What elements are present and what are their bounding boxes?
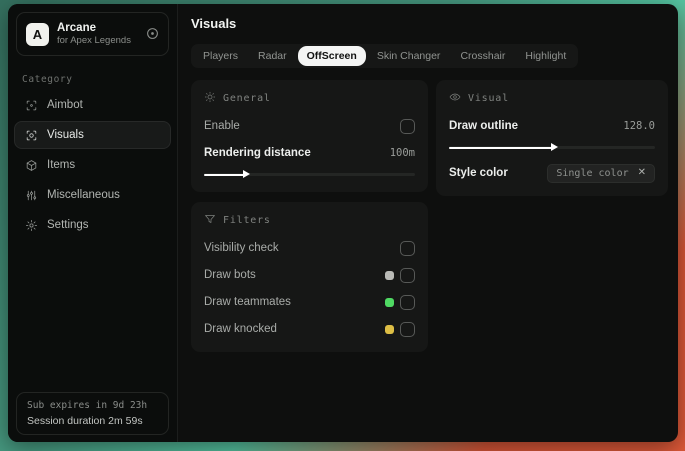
draw-teammates-checkbox[interactable] [400,294,415,310]
general-panel-header: General [204,91,415,106]
style-color-label: Style color [449,167,508,179]
draw-teammates-label: Draw teammates [204,296,291,308]
sidebar-item-aimbot[interactable]: Aimbot [14,91,171,119]
draw-knocked-color-swatch[interactable] [385,324,394,334]
draw-outline-label: Draw outline [449,120,519,132]
draw-bots-checkbox[interactable] [400,267,415,283]
clear-icon[interactable]: ✕ [638,168,646,178]
subscription-info: Sub expires in 9d 23h Session duration 2… [16,392,169,435]
enable-label: Enable [204,120,240,132]
app-window: A Arcane for Apex Legends Category Aimbo… [8,4,678,442]
sidebar-nav: Aimbot Visuals Items Miscellaneous Setti… [8,91,177,239]
filters-panel-header: Filters [204,213,415,228]
main-content: Visuals Players Radar OffScreen Skin Cha… [178,4,678,442]
visibility-check-checkbox[interactable] [400,240,415,256]
slider-thumb[interactable] [243,170,251,178]
filter-row: Draw knocked [204,319,415,339]
filter-row: Visibility check [204,238,415,258]
draw-outline-value: 128.0 [623,120,655,132]
draw-outline-slider[interactable] [449,142,655,152]
tab-players[interactable]: Players [194,46,247,66]
crosshair-icon [24,98,38,112]
filter-row: Draw bots [204,265,415,285]
filters-panel-title: Filters [223,215,271,226]
cube-icon [24,158,38,172]
rendering-distance-value: 100m [389,147,415,159]
funnel-icon [204,213,216,228]
slider-thumb[interactable] [551,143,558,151]
eye-icon [449,91,461,106]
draw-knocked-label: Draw knocked [204,323,277,335]
slider-fill [204,173,245,176]
draw-knocked-checkbox[interactable] [400,321,415,337]
sidebar-item-label: Items [47,159,76,172]
filters-panel: Filters Visibility check Draw bots Draw … [191,202,428,352]
page-title: Visuals [191,16,237,31]
eye-scan-icon [24,128,38,142]
tab-radar[interactable]: Radar [249,46,296,66]
general-panel-title: General [223,93,271,104]
slider-fill [449,146,552,149]
general-panel: General Enable Rendering distance 100m [191,80,428,192]
sliders-icon [24,188,38,202]
sidebar: A Arcane for Apex Legends Category Aimbo… [8,4,178,442]
visual-panel-title: Visual [468,93,509,104]
enable-checkbox[interactable] [400,118,415,134]
visual-panel-header: Visual [449,91,655,106]
draw-bots-color-swatch[interactable] [385,270,394,280]
style-color-select[interactable]: Single color ✕ [547,163,655,183]
app-name: Arcane [57,22,96,34]
draw-teammates-color-swatch[interactable] [385,297,394,307]
tab-crosshair[interactable]: Crosshair [451,46,514,66]
category-label: Category [22,74,73,86]
rendering-distance-slider[interactable] [204,169,415,179]
draw-bots-label: Draw bots [204,269,256,281]
sidebar-item-label: Visuals [47,129,84,142]
sidebar-header: A Arcane for Apex Legends [16,12,169,57]
sidebar-item-settings[interactable]: Settings [14,211,171,239]
gear-icon [24,218,38,232]
visibility-check-label: Visibility check [204,242,279,254]
tab-offscreen[interactable]: OffScreen [297,46,366,66]
sidebar-item-visuals[interactable]: Visuals [14,121,171,150]
rendering-distance-label: Rendering distance [204,147,311,159]
discord-icon[interactable] [146,27,159,42]
sidebar-item-label: Settings [47,219,89,232]
sidebar-item-items[interactable]: Items [14,151,171,179]
tab-bar: Players Radar OffScreen Skin Changer Cro… [191,44,579,68]
app-logo: A [26,22,49,46]
filter-row: Draw teammates [204,292,415,312]
tab-highlight[interactable]: Highlight [516,46,575,66]
tab-skin-changer[interactable]: Skin Changer [368,46,450,66]
sun-icon [204,91,216,106]
visual-panel: Visual Draw outline 128.0 Style color Si… [436,80,668,196]
sidebar-item-label: Miscellaneous [47,189,120,202]
sidebar-item-label: Aimbot [47,99,83,112]
sidebar-item-miscellaneous[interactable]: Miscellaneous [14,181,171,209]
app-subtitle: for Apex Legends [57,35,131,47]
sub-expires-text: Sub expires in 9d 23h [27,400,148,411]
session-duration-text: Session duration 2m 59s [27,415,143,427]
style-color-value: Single color [556,167,629,179]
